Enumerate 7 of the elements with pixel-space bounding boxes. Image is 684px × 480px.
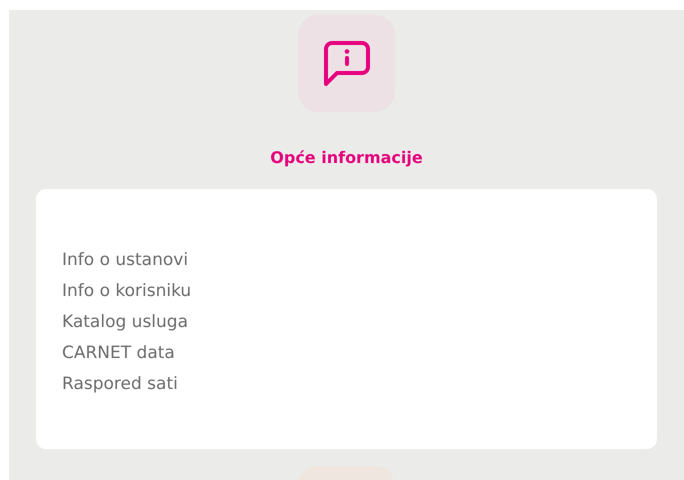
menu-link[interactable]: Info o ustanovi [62,245,188,276]
menu-link[interactable]: Raspored sati [62,369,178,400]
menu-link[interactable]: CARNET data [62,338,175,369]
info-speech-bubble-icon [322,40,370,86]
menu-link[interactable]: Info o korisniku [62,276,192,307]
section-title: Opće informacije [270,148,423,168]
menu-link[interactable]: Katalog usluga [62,307,188,338]
